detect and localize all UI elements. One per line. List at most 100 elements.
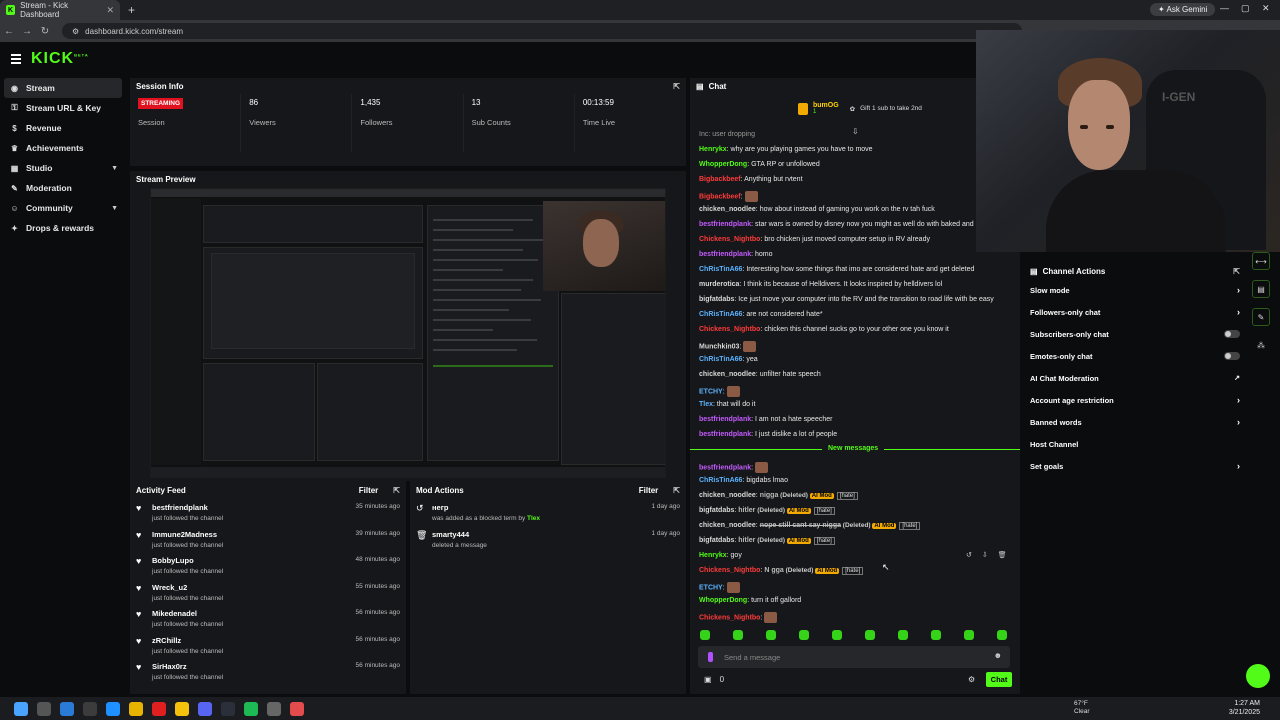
banned-words-item[interactable]: Banned words ›: [1024, 411, 1246, 433]
emote-icon[interactable]: [700, 630, 710, 640]
ask-gemini-button[interactable]: ✦ Ask Gemini: [1150, 3, 1216, 16]
chat-message[interactable]: ETCHY:: [699, 582, 740, 593]
popout-icon[interactable]: ⇱: [673, 486, 680, 495]
chat-message[interactable]: murderotica: I think its because of Hell…: [699, 281, 942, 288]
wrench-icon[interactable]: ✎: [1252, 308, 1270, 326]
sidebar-item-studio[interactable]: ▦ Studio ▼: [0, 158, 124, 178]
chat-message[interactable]: bestfriendplank:: [699, 462, 769, 473]
nodes-icon[interactable]: ⁂: [1252, 336, 1270, 354]
popout-icon[interactable]: ⇱: [393, 486, 400, 495]
clock[interactable]: 1:27 AM 3/21/2025: [1229, 699, 1260, 717]
chat-message[interactable]: bigfatdabs: hitler (Deleted) AI Mod [hate…: [699, 537, 835, 545]
set-goals-item[interactable]: Set goals ›: [1024, 455, 1246, 477]
chat-message[interactable]: Chickens_Nightbo: bro chicken just moved…: [699, 236, 930, 243]
chat-username[interactable]: WhopperDong: [699, 161, 747, 168]
chat-message[interactable]: ChRisTinA66: Interesting how some things…: [699, 266, 974, 273]
url-field[interactable]: ⚙ dashboard.kick.com/stream: [62, 23, 1022, 39]
chat-username[interactable]: ChRisTinA66: [699, 356, 742, 363]
emote-icon[interactable]: [733, 630, 743, 640]
sidebar-item-stream[interactable]: ◉ Stream: [4, 78, 122, 98]
chat-message[interactable]: ETCHY:: [699, 386, 740, 397]
chat-username[interactable]: bestfriendplank: [699, 464, 751, 471]
host-channel-item[interactable]: Host Channel: [1024, 433, 1246, 455]
chat-username[interactable]: ETCHY: [699, 388, 723, 395]
emote-icon[interactable]: [832, 630, 842, 640]
chat-message[interactable]: Henrykx: goy: [699, 552, 742, 559]
chat-username[interactable]: bestfriendplank: [699, 431, 751, 438]
emote-icon[interactable]: [865, 630, 875, 640]
chat-username[interactable]: chicken_noodlee: [699, 371, 756, 378]
chat-message[interactable]: Tlex: that will do it: [699, 401, 755, 408]
layout-icon[interactable]: ▤: [1252, 280, 1270, 298]
browser-tab[interactable]: K Stream - Kick Dashboard ✕: [0, 0, 120, 20]
embed-icon[interactable]: ⟷: [1252, 252, 1270, 270]
chat-username[interactable]: chicken_noodlee: [699, 206, 756, 213]
chat-message[interactable]: chicken_noodlee: unfilter hate speech: [699, 371, 821, 378]
chat-message[interactable]: chicken_noodlee: nope still cant say nig…: [699, 522, 921, 530]
emote-icon[interactable]: [766, 630, 776, 640]
chat-message[interactable]: ChRisTinA66: bigdabs lmao: [699, 477, 788, 484]
close-window-icon[interactable]: ✕: [1262, 3, 1270, 14]
followers-only-item[interactable]: Followers-only chat ›: [1024, 301, 1246, 323]
chat-message[interactable]: WhopperDong: turn it off gallord: [699, 597, 801, 604]
weather-widget[interactable]: 67°F Clear: [1074, 700, 1090, 716]
maximize-icon[interactable]: ▢: [1241, 3, 1250, 14]
chat-username[interactable]: Chickens_Nightbo: [699, 236, 760, 243]
sidebar-item-drops-rewards[interactable]: ✦ Drops & rewards: [0, 218, 124, 238]
chat-message[interactable]: Henrykx: why are you playing games you h…: [699, 146, 873, 153]
chat-message[interactable]: bestfriendplank: I am not a hate speeche…: [699, 416, 832, 423]
menu-icon[interactable]: [11, 52, 21, 66]
discord-icon[interactable]: [198, 701, 212, 716]
chat-username[interactable]: Bigbackbeef: [699, 193, 741, 200]
sidebar-item-achievements[interactable]: ♛ Achievements: [0, 138, 124, 158]
chevron-down-icon[interactable]: ▼: [111, 165, 118, 172]
sidebar-item-moderation[interactable]: ✎ Moderation: [0, 178, 124, 198]
chat-username[interactable]: Henrykx: [699, 146, 727, 153]
chat-username[interactable]: murderotica: [699, 281, 739, 288]
chevron-down-icon[interactable]: ▼: [111, 205, 118, 212]
app-icon[interactable]: [267, 701, 281, 716]
chat-message[interactable]: Munchkin03:: [699, 341, 757, 352]
chat-username[interactable]: Tlex: [699, 401, 713, 408]
chat-input[interactable]: Send a message ☻: [698, 646, 1010, 668]
chat-username[interactable]: ChRisTinA66: [699, 311, 742, 318]
emotes-only-toggle[interactable]: [1224, 352, 1240, 360]
emote-icon[interactable]: [898, 630, 908, 640]
emote-icon[interactable]: [964, 630, 974, 640]
emote-icon[interactable]: [799, 630, 809, 640]
sidebar-item-community[interactable]: ☺ Community ▼: [0, 198, 124, 218]
send-chat-button[interactable]: Chat: [986, 672, 1012, 687]
reload-icon[interactable]: ↻: [36, 26, 54, 37]
steam-icon[interactable]: [221, 701, 235, 716]
gift-icon[interactable]: ▣: [704, 675, 712, 684]
chat-username[interactable]: bestfriendplank: [699, 251, 751, 258]
pin-icon[interactable]: ⇩: [982, 551, 988, 559]
sidebar-item-stream-url-key[interactable]: ⚿ Stream URL & Key: [0, 98, 124, 118]
chat-username[interactable]: WhopperDong: [699, 597, 747, 604]
chat-username[interactable]: ETCHY: [699, 584, 723, 591]
chat-username[interactable]: Chickens_Nightbo: [699, 567, 760, 574]
subscribers-only-toggle[interactable]: [1224, 330, 1240, 338]
emoji-icon[interactable]: ☻: [994, 651, 1002, 660]
popout-icon[interactable]: ⇱: [673, 82, 680, 91]
chat-username[interactable]: Chickens_Nightbo: [699, 326, 760, 333]
slow-mode-item[interactable]: Slow mode ›: [1024, 279, 1246, 301]
chat-message[interactable]: Chickens_Nightbo: N gga (Deleted) AI Mod…: [699, 567, 864, 575]
chat-username[interactable]: bigfatdabs: [699, 507, 734, 514]
obs-icon[interactable]: [290, 701, 304, 716]
trash-icon[interactable]: 🗑: [998, 551, 1007, 559]
chat-message[interactable]: Chickens_Nightbo: chicken this channel s…: [699, 326, 949, 333]
chat-username[interactable]: Chickens_Nightbo: [699, 614, 760, 621]
chat-message[interactable]: Bigbackbeef: Anything but rvtent: [699, 176, 803, 183]
chat-message[interactable]: bestfriendplank: homo: [699, 251, 773, 258]
chat-username[interactable]: Henrykx: [699, 552, 727, 559]
app-icon[interactable]: [83, 701, 97, 716]
site-info-icon[interactable]: ⚙: [72, 27, 79, 36]
chat-message[interactable]: bigfatdabs: hitler (Deleted) AI Mod [hate…: [699, 507, 835, 515]
youtube-icon[interactable]: [152, 701, 166, 716]
chat-message[interactable]: chicken_noodlee: nigga (Deleted) AI Mod[…: [699, 492, 858, 500]
chat-message[interactable]: WhopperDong: GTA RP or unfollowed: [699, 161, 820, 168]
sidebar-item-revenue[interactable]: $ Revenue: [0, 118, 124, 138]
gift-leader[interactable]: bumOG 1 ✿ Gift 1 sub to take 2nd: [798, 102, 922, 115]
chat-message[interactable]: bestfriendplank: I just dislike a lot of…: [699, 431, 837, 438]
